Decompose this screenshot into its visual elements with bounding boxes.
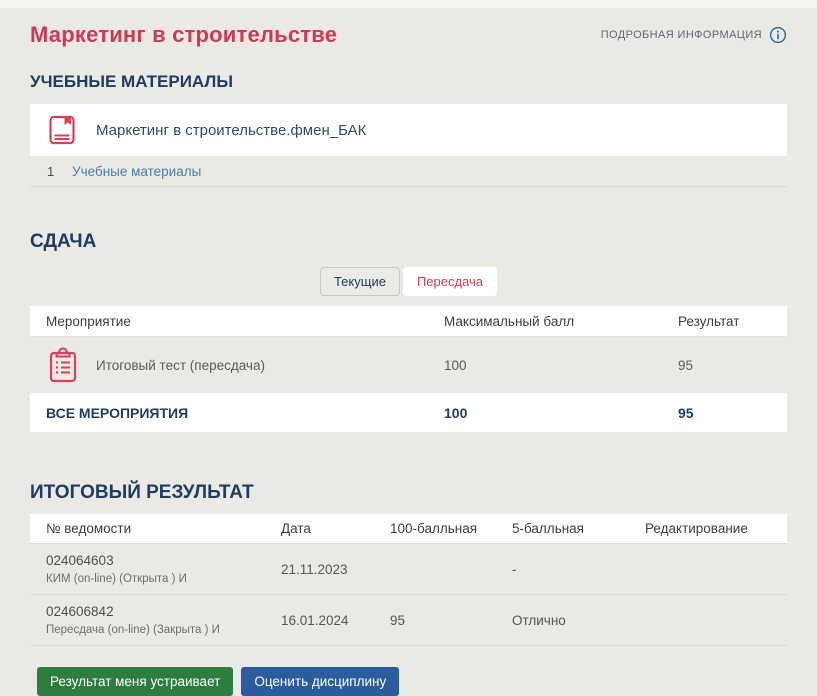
col-event: Мероприятие	[30, 314, 428, 329]
action-buttons: Результат меня устраивает Оценить дисцип…	[30, 667, 787, 696]
event-max-score: 100	[428, 358, 662, 373]
final-table-header: № ведомости Дата 100-балльная 5-балльная…	[30, 514, 787, 543]
material-list-row: 1 Учебные материалы	[30, 156, 787, 187]
info-icon[interactable]	[769, 26, 787, 44]
page-title: Маркетинг в строительстве	[30, 22, 337, 48]
rate-discipline-button[interactable]: Оценить дисциплину	[241, 667, 399, 696]
col-max-score: Максимальный балл	[428, 314, 662, 329]
detailed-info-link[interactable]: ПОДРОБНАЯ ИНФОРМАЦИЯ	[601, 26, 787, 44]
tab-current[interactable]: Текущие	[320, 267, 400, 296]
col-scale-100: 100-балльная	[374, 521, 496, 536]
detailed-info-label: ПОДРОБНАЯ ИНФОРМАЦИЯ	[601, 29, 762, 41]
material-row-number: 1	[30, 164, 72, 179]
total-label: ВСЕ МЕРОПРИЯТИЯ	[30, 405, 428, 421]
submission-tabs: Текущие Пересдача	[30, 267, 787, 296]
book-icon	[46, 114, 78, 146]
sheet-type: Пересдача (on-line) (Закрыта ) И	[46, 624, 265, 636]
final-table-bottom-divider	[30, 645, 787, 646]
accept-result-button[interactable]: Результат меня устраивает	[37, 667, 233, 696]
col-date: Дата	[265, 521, 374, 536]
material-title[interactable]: Маркетинг в строительстве.фмен_БАК	[96, 122, 366, 139]
top-strip	[0, 0, 817, 8]
sheet-score-100: 95	[374, 613, 496, 628]
final-row: 024606842 Пересдача (on-line) (Закрыта )…	[30, 594, 787, 645]
sheet-type: КИМ (on-line) (Открыта ) И	[46, 573, 265, 585]
submission-row: Итоговый тест (пересдача) 100 95	[30, 337, 787, 393]
tab-retake[interactable]: Пересдача	[403, 267, 497, 296]
col-editing: Редактирование	[629, 521, 787, 536]
col-result: Результат	[662, 314, 787, 329]
final-result-table: № ведомости Дата 100-балльная 5-балльная…	[30, 514, 787, 646]
sheet-number: 024606842	[46, 604, 265, 619]
final-result-heading: ИТОГОВЫЙ РЕЗУЛЬТАТ	[30, 482, 787, 504]
page-container: Маркетинг в строительстве ПОДРОБНАЯ ИНФО…	[0, 18, 817, 696]
submission-table-header: Мероприятие Максимальный балл Результат	[30, 306, 787, 337]
submission-heading: СДАЧА	[30, 231, 787, 253]
sheet-date: 21.11.2023	[265, 562, 374, 577]
sheet-score-5: -	[496, 562, 629, 577]
total-max-score: 100	[428, 405, 662, 421]
sheet-date: 16.01.2024	[265, 613, 374, 628]
page-header: Маркетинг в строительстве ПОДРОБНАЯ ИНФО…	[30, 18, 787, 52]
col-sheet-number: № ведомости	[30, 521, 265, 536]
col-scale-5: 5-балльная	[496, 521, 629, 536]
total-result: 95	[662, 405, 787, 421]
event-result: 95	[662, 358, 787, 373]
final-row: 024064603 КИМ (on-line) (Открыта ) И 21.…	[30, 543, 787, 594]
event-name[interactable]: Итоговый тест (пересдача)	[96, 358, 265, 373]
materials-heading: УЧЕБНЫЕ МАТЕРИАЛЫ	[30, 72, 787, 92]
sheet-number: 024064603	[46, 553, 265, 568]
material-row-link[interactable]: Учебные материалы	[72, 164, 201, 179]
submission-total-row: ВСЕ МЕРОПРИЯТИЯ 100 95	[30, 393, 787, 432]
clipboard-test-icon	[46, 346, 80, 384]
material-card[interactable]: Маркетинг в строительстве.фмен_БАК	[30, 104, 787, 156]
sheet-score-5: Отлично	[496, 613, 629, 628]
submission-table: Мероприятие Максимальный балл Результат …	[30, 306, 787, 432]
